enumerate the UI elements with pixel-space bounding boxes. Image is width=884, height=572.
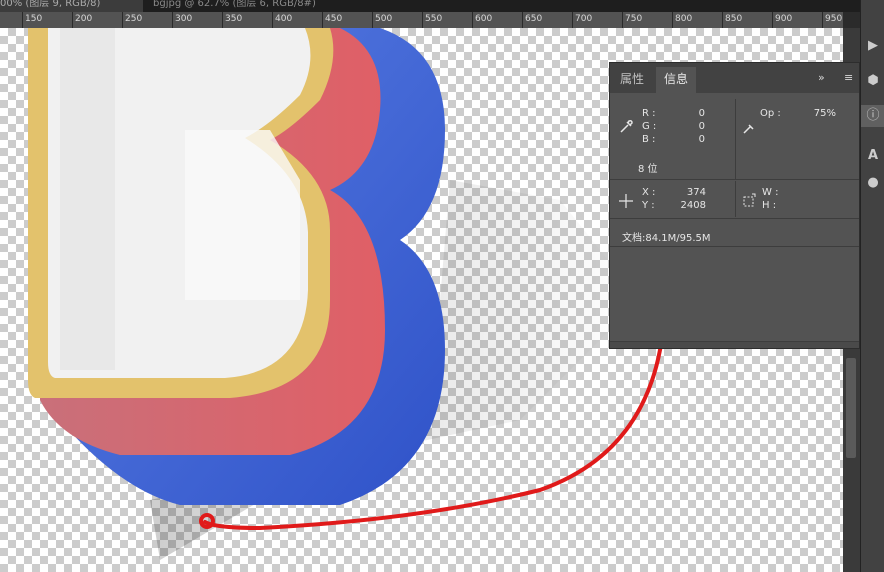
- ruler-tick: [722, 12, 723, 28]
- ruler-tick: [522, 12, 523, 28]
- ruler-label: 800: [675, 14, 693, 24]
- ruler-label: 450: [325, 14, 343, 24]
- tab-info[interactable]: 信息: [656, 67, 697, 93]
- g-value: 0: [698, 121, 705, 132]
- ruler-tick: [172, 12, 173, 28]
- ruler-tick: [622, 12, 623, 28]
- panel-resize-bar[interactable]: [610, 341, 859, 348]
- eyedropper-opacity-icon: [743, 124, 754, 134]
- eyedropper-icon: [620, 120, 633, 133]
- ruler-label: 550: [425, 14, 443, 24]
- panel-header: 属性 信息 » ≡: [610, 63, 859, 93]
- document-tab-label: 00% (图层 9, RGB/8): [0, 0, 101, 9]
- ruler-label: 350: [225, 14, 243, 24]
- b-value: 0: [698, 134, 705, 145]
- document-tab-bar: 00% (图层 9, RGB/8) bgjpg @ 62.7% (图层 6, R…: [0, 0, 860, 12]
- character-icon[interactable]: A: [861, 145, 884, 167]
- scrollbar-thumb[interactable]: [846, 358, 856, 458]
- ruler-tick: [772, 12, 773, 28]
- panel-menu-button[interactable]: ≡: [844, 71, 853, 84]
- cube-icon[interactable]: ⬢: [861, 70, 884, 92]
- document-tab[interactable]: bgjpg @ 62.7% (图层 6, RGB/8#): [153, 0, 393, 12]
- ruler-label: 750: [625, 14, 643, 24]
- y-label: Y :: [642, 200, 655, 211]
- ruler-tick: [22, 12, 23, 28]
- ruler-label: 700: [575, 14, 593, 24]
- h-label: H :: [762, 200, 777, 211]
- ruler-tick: [472, 12, 473, 28]
- selection-size-icon: [743, 193, 756, 207]
- ruler-tick: [72, 12, 73, 28]
- ruler-tick: [422, 12, 423, 28]
- divider: [610, 179, 859, 180]
- x-value: 374: [686, 187, 706, 198]
- info-icon[interactable]: ⓘ: [861, 105, 884, 127]
- ruler-tick: [272, 12, 273, 28]
- ruler-tick: [572, 12, 573, 28]
- divider: [610, 218, 859, 219]
- divider: [735, 181, 736, 217]
- ruler-tick: [122, 12, 123, 28]
- play-icon[interactable]: ▶: [861, 35, 884, 57]
- ruler-label: 600: [475, 14, 493, 24]
- divider: [735, 99, 736, 179]
- opacity-label: Op :: [760, 108, 781, 119]
- ruler-label: 400: [275, 14, 293, 24]
- r-label: R :: [642, 108, 656, 119]
- right-dock: ▶ ⬢ ⓘ A ●: [860, 0, 884, 572]
- g-label: G :: [642, 121, 657, 132]
- ruler-label: 500: [375, 14, 393, 24]
- y-value: 2408: [680, 200, 706, 211]
- ruler-tick: [222, 12, 223, 28]
- ruler-label: 850: [725, 14, 743, 24]
- ruler-label: 300: [175, 14, 193, 24]
- document-size: 文档:84.1M/95.5M: [622, 233, 711, 244]
- ruler-tick: [372, 12, 373, 28]
- horizontal-ruler[interactable]: 150 200 250 300 350 400 450 500 550 600 650 700 750 8…: [0, 12, 843, 29]
- panel-collapse-button[interactable]: »: [818, 71, 825, 84]
- r-value: 0: [698, 108, 705, 119]
- ruler-label: 250: [125, 14, 143, 24]
- b-label: B :: [642, 134, 656, 145]
- ruler-label: 950: [825, 14, 843, 24]
- crosshair-icon: [619, 194, 633, 208]
- ruler-label: 900: [775, 14, 793, 24]
- ruler-tick: [672, 12, 673, 28]
- divider: [610, 246, 859, 247]
- ruler-tick: [822, 12, 823, 28]
- opacity-value: 75%: [813, 108, 836, 119]
- ruler-label: 200: [75, 14, 93, 24]
- document-tab-active[interactable]: 00% (图层 9, RGB/8): [0, 0, 143, 12]
- bit-depth: 8 位: [638, 164, 658, 175]
- document-tab-label: bgjpg @ 62.7% (图层 6, RGB/8#): [153, 0, 316, 9]
- ruler-label: 150: [25, 14, 43, 24]
- ruler-tick: [322, 12, 323, 28]
- w-label: W :: [762, 187, 779, 198]
- brush-icon[interactable]: ●: [861, 172, 884, 194]
- info-panel: 属性 信息 » ≡ R : 0 G : 0 B : 0 8 位 Op : 75%…: [609, 62, 860, 349]
- x-label: X :: [642, 187, 656, 198]
- ruler-label: 650: [525, 14, 543, 24]
- tab-properties[interactable]: 属性: [620, 67, 644, 93]
